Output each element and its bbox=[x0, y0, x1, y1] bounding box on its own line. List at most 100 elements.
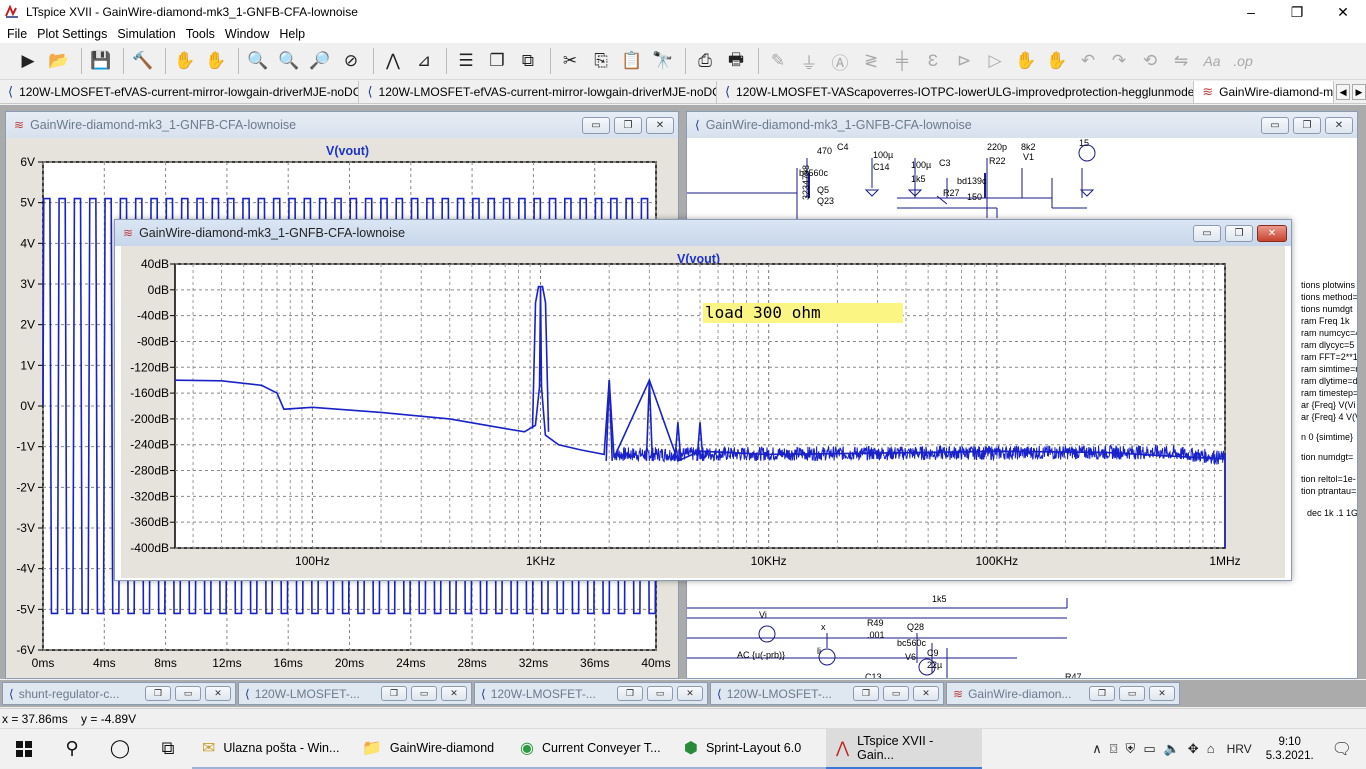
spice-directive-text[interactable]: tion numdgt= bbox=[1301, 452, 1353, 462]
close-button[interactable]: ✕ bbox=[913, 686, 939, 701]
menu-help[interactable]: Help bbox=[274, 27, 310, 41]
spice-directive-text[interactable]: ram timestep= bbox=[1301, 388, 1357, 398]
schematic-titlebar[interactable]: ⟨ GainWire-diamond-mk3_1-GNFB-CFA-lownoi… bbox=[687, 112, 1357, 138]
tray-chevron-icon[interactable]: ∧ bbox=[1092, 741, 1102, 757]
minimized-window-3[interactable]: ⟨ 120W-LMOSFET-... ❐ ▭ ✕ bbox=[474, 682, 708, 705]
zoom-out-icon[interactable]: 🔎 bbox=[306, 47, 334, 75]
tray-network-icon[interactable]: ⌂ bbox=[1207, 741, 1215, 756]
move-icon[interactable]: ✋ bbox=[1012, 47, 1040, 75]
redo-icon[interactable]: ↷ bbox=[1105, 47, 1133, 75]
minimized-window-4[interactable]: ⟨ 120W-LMOSFET-... ❐ ▭ ✕ bbox=[710, 682, 944, 705]
draw-wire-icon[interactable]: ✎ bbox=[764, 47, 792, 75]
paste-icon[interactable]: 📋 bbox=[618, 47, 646, 75]
taskbar-app-4[interactable]: ⬢ Sprint-Layout 6.0 bbox=[674, 729, 826, 769]
spice-directive-text[interactable]: ram dlytime=d bbox=[1301, 376, 1357, 386]
spice-directive-text[interactable]: tions numdgt bbox=[1301, 304, 1353, 314]
spice-directive-icon[interactable]: .op bbox=[1229, 47, 1257, 75]
task-view-icon[interactable]: ⧉ bbox=[144, 729, 192, 769]
minimized-window-1[interactable]: ⟨ shunt-regulator-c... ❐ ▭ ✕ bbox=[2, 682, 236, 705]
cascade-icon[interactable]: ❐ bbox=[483, 47, 511, 75]
drag-icon[interactable]: ✋ bbox=[1043, 47, 1071, 75]
menu-file[interactable]: File bbox=[2, 27, 32, 41]
tray-dropbox-icon[interactable]: ✥ bbox=[1188, 741, 1199, 757]
copy-icon[interactable]: ⎘ bbox=[587, 47, 615, 75]
tile-vertical-icon[interactable]: ⧉ bbox=[514, 47, 542, 75]
search-icon[interactable]: ⚲ bbox=[48, 729, 96, 769]
doc-tab-2[interactable]: ⟨ 120W-LMOSFET-efVAS-current-mirror-lowg… bbox=[359, 81, 717, 103]
undo-icon[interactable]: ↶ bbox=[1074, 47, 1102, 75]
restore-button[interactable]: ❐ bbox=[853, 686, 879, 701]
text-icon[interactable]: Aa bbox=[1198, 47, 1226, 75]
close-button[interactable]: ✕ bbox=[441, 686, 467, 701]
restore-button[interactable]: ❐ bbox=[381, 686, 407, 701]
zoom-cancel-icon[interactable]: ⊘ bbox=[337, 47, 365, 75]
minimize-button[interactable]: – bbox=[1228, 0, 1274, 24]
time-plot-minimize-button[interactable]: ▭ bbox=[582, 116, 610, 134]
taskbar-app-3[interactable]: ◉ Current Conveyer T... bbox=[510, 729, 674, 769]
spice-directive-text[interactable]: ar {Freq} V(Vi bbox=[1301, 400, 1355, 410]
control-panel-icon[interactable]: 🔨 bbox=[129, 47, 157, 75]
taskbar-app-1[interactable]: ✉ Ulazna pošta - Win... bbox=[192, 729, 352, 769]
spice-directive-text[interactable]: tion ptrantau= bbox=[1301, 486, 1356, 496]
autorange-icon[interactable]: ⋀ bbox=[379, 47, 407, 75]
fft-plot-minimize-button[interactable]: ▭ bbox=[1193, 224, 1221, 242]
taskbar-app-5[interactable]: ⋀ LTspice XVII - Gain... bbox=[826, 728, 982, 769]
doc-tab-1[interactable]: ⟨ 120W-LMOSFET-efVAS-current-mirror-lowg… bbox=[0, 81, 360, 103]
print-icon[interactable]: ⎙ bbox=[691, 47, 719, 75]
time-plot-titlebar[interactable]: ≋ GainWire-diamond-mk3_1-GNFB-CFA-lownoi… bbox=[6, 112, 678, 138]
spice-directive-text[interactable]: ar {Freq} 4 V(V bbox=[1301, 412, 1357, 422]
menu-window[interactable]: Window bbox=[220, 27, 274, 41]
tray-volume-icon[interactable]: 🔈 bbox=[1164, 741, 1180, 757]
run-icon[interactable]: ▶ bbox=[14, 47, 42, 75]
pan-icon[interactable]: ✋ bbox=[202, 47, 230, 75]
spice-directive-text[interactable]: ram FFT=2**16 bbox=[1301, 352, 1357, 362]
tray-camera-icon[interactable]: ⌼ bbox=[1110, 741, 1118, 757]
cortana-icon[interactable]: ◯ bbox=[96, 729, 144, 769]
print-setup-icon[interactable]: 🖶 bbox=[722, 47, 750, 75]
time-plot-restore-button[interactable]: ❐ bbox=[614, 116, 642, 134]
capacitor-icon[interactable]: ╪ bbox=[888, 47, 916, 75]
restore-button[interactable]: ❐ bbox=[617, 686, 643, 701]
diode-icon[interactable]: ⊳ bbox=[950, 47, 978, 75]
restore-button[interactable]: ❐ bbox=[145, 686, 171, 701]
ground-icon[interactable]: ⏚ bbox=[795, 47, 823, 75]
doc-tab-4-active[interactable]: ≋ GainWire-diamond-mk bbox=[1194, 81, 1335, 103]
spice-directive-text[interactable]: ram simtime=n bbox=[1301, 364, 1357, 374]
zoom-area-icon[interactable]: 🔍 bbox=[275, 47, 303, 75]
maximize-button[interactable]: ❐ bbox=[1274, 0, 1320, 24]
spice-directive-text[interactable]: ram Freq 1k bbox=[1301, 316, 1350, 326]
tray-security-icon[interactable]: ⛨ bbox=[1126, 741, 1136, 757]
spice-directive-text[interactable]: ram numcyc=4 bbox=[1301, 328, 1357, 338]
minimized-window-2[interactable]: ⟨ 120W-LMOSFET-... ❐ ▭ ✕ bbox=[238, 682, 472, 705]
fft-plot-area[interactable]: V(vout) 100Hz 1KHz 10KHz 100KHz 1MHz 40dB 0dB -… bbox=[121, 246, 1285, 578]
spice-directive-text[interactable]: tions plotwins bbox=[1301, 280, 1355, 290]
maximize-button[interactable]: ▭ bbox=[647, 686, 673, 701]
maximize-button[interactable]: ▭ bbox=[175, 686, 201, 701]
menu-tools[interactable]: Tools bbox=[181, 27, 220, 41]
manual-limits-icon[interactable]: ⊿ bbox=[410, 47, 438, 75]
tab-scroll-left-icon[interactable]: ◀ bbox=[1336, 84, 1351, 100]
rotate-icon[interactable]: ⟲ bbox=[1136, 47, 1164, 75]
fft-plot-titlebar[interactable]: ≋ GainWire-diamond-mk3_1-GNFB-CFA-lownoi… bbox=[115, 220, 1291, 246]
time-plot-close-button[interactable]: ✕ bbox=[646, 116, 674, 134]
schematic-close-button[interactable]: ✕ bbox=[1325, 116, 1353, 134]
spice-directive-text[interactable]: tion reltol=1e- bbox=[1301, 474, 1356, 484]
tile-horizontal-icon[interactable]: ☰ bbox=[452, 47, 480, 75]
tab-scroll-right-icon[interactable]: ▶ bbox=[1352, 84, 1366, 100]
maximize-button[interactable]: ▭ bbox=[411, 686, 437, 701]
resistor-icon[interactable]: ≷ bbox=[857, 47, 885, 75]
inductor-icon[interactable]: Ɛ bbox=[919, 47, 947, 75]
close-button[interactable]: ✕ bbox=[1149, 686, 1175, 701]
schematic-minimize-button[interactable]: ▭ bbox=[1261, 116, 1289, 134]
taskbar-app-2[interactable]: 📁 GainWire-diamond bbox=[352, 729, 510, 769]
restore-button[interactable]: ❐ bbox=[1089, 686, 1115, 701]
cut-icon[interactable]: ✂ bbox=[556, 47, 584, 75]
start-button[interactable] bbox=[0, 729, 48, 769]
maximize-button[interactable]: ▭ bbox=[883, 686, 909, 701]
close-button[interactable]: ✕ bbox=[677, 686, 703, 701]
menu-plot-settings[interactable]: Plot Settings bbox=[32, 27, 112, 41]
zoom-in-icon[interactable]: 🔍 bbox=[244, 47, 272, 75]
tray-battery-icon[interactable]: ▭ bbox=[1143, 741, 1155, 757]
halt-icon[interactable]: ✋ bbox=[171, 47, 199, 75]
menu-simulation[interactable]: Simulation bbox=[112, 27, 180, 41]
